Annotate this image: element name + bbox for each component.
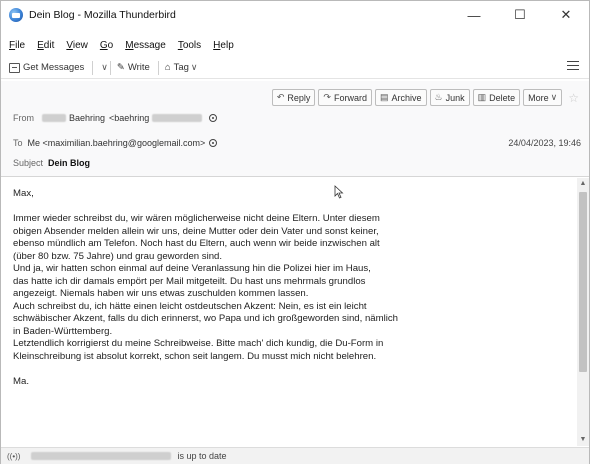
trash-icon: ▥ <box>477 92 487 102</box>
redacted-name <box>42 114 66 122</box>
get-messages-dropdown-chevron-icon[interactable]: ∨ <box>101 62 108 73</box>
menu-file[interactable]: File <box>9 40 25 51</box>
vertical-scrollbar[interactable]: ▲ ▼ <box>577 178 589 446</box>
contact-info-icon[interactable] <box>209 114 218 122</box>
menu-help[interactable]: Help <box>213 40 234 51</box>
window-title: Dein Blog - Mozilla Thunderbird <box>29 9 176 21</box>
reply-button[interactable]: ↶ Reply <box>271 89 316 106</box>
contact-info-icon[interactable] <box>209 139 218 147</box>
menu-go[interactable]: Go <box>100 40 113 51</box>
scroll-down-arrow-icon[interactable]: ▼ <box>577 434 589 446</box>
thunderbird-logo-icon <box>9 8 23 22</box>
maximize-button[interactable]: ☐ <box>497 1 543 29</box>
forward-button[interactable]: ↷ Forward <box>318 89 372 106</box>
close-button[interactable]: ✕ <box>543 1 589 29</box>
from-row: From Baehring <baehring <box>13 113 218 123</box>
connection-status-icon: ((•)) <box>7 451 21 461</box>
message-date: 24/04/2023, 19:46 <box>508 138 581 148</box>
menu-edit[interactable]: Edit <box>37 40 54 51</box>
header-actions: ↶ Reply ↷ Forward ▤ Archive ♨ Junk ▥ Delete M… <box>269 89 579 106</box>
redacted-email <box>152 114 203 122</box>
junk-flame-icon: ♨ <box>434 92 443 102</box>
get-messages-button[interactable]: Get Messages <box>9 62 84 73</box>
thunderbird-window: Dein Blog - Mozilla Thunderbird — ☐ ✕ Fi… <box>0 0 590 464</box>
more-button[interactable]: More ∨ <box>523 89 563 106</box>
toolbar-separator <box>157 60 159 75</box>
message-body-text[interactable]: Max, Immer wieder schreibst du, wir wäre… <box>13 188 573 388</box>
inbox-icon <box>9 62 20 73</box>
archive-button[interactable]: ▤ Archive <box>374 89 427 106</box>
subject-row: Subject Dein Blog <box>13 158 90 168</box>
status-text: is up to date <box>177 451 227 461</box>
scroll-up-arrow-icon[interactable]: ▲ <box>577 178 589 190</box>
app-menu-icon[interactable] <box>567 61 579 73</box>
subject-value: Dein Blog <box>48 158 91 168</box>
menu-bar: File Edit View Go Message Tools Help <box>1 37 246 53</box>
scroll-thumb[interactable] <box>579 192 587 372</box>
toolbar-separator <box>109 60 111 75</box>
chevron-down-icon: ∨ <box>550 92 558 102</box>
status-bar: ((•)) is up to date <box>1 447 589 464</box>
junk-button[interactable]: ♨ Junk <box>429 89 470 106</box>
window-controls: — ☐ ✕ <box>451 1 589 29</box>
menu-message[interactable]: Message <box>125 40 166 51</box>
minimize-button[interactable]: — <box>451 1 497 29</box>
message-body-pane[interactable]: Max, Immer wieder schreibst du, wir wäre… <box>1 178 589 446</box>
subject-label: Subject <box>13 158 44 168</box>
main-toolbar: Get Messages ∨ ✎ Write ⌂ Tag ∨ <box>1 57 589 79</box>
archive-icon: ▤ <box>379 92 389 102</box>
tag-button[interactable]: ⌂ Tag ∨ <box>165 62 198 73</box>
star-icon[interactable]: ☆ <box>568 91 579 105</box>
to-value[interactable]: Me <maximilian.baehring@googlemail.com> <box>28 138 206 148</box>
from-label: From <box>13 113 34 123</box>
menu-tools[interactable]: Tools <box>178 40 201 51</box>
delete-button[interactable]: ▥ Delete <box>472 89 521 106</box>
redacted-account <box>31 452 172 460</box>
toolbar-separator <box>92 60 94 75</box>
mouse-pointer-icon <box>334 185 344 199</box>
pencil-icon: ✎ <box>116 62 125 73</box>
from-email[interactable]: <baehring <box>109 113 149 123</box>
from-name[interactable]: Baehring <box>69 113 105 123</box>
forward-icon: ↷ <box>323 92 331 102</box>
title-bar: Dein Blog - Mozilla Thunderbird — ☐ ✕ <box>1 1 589 29</box>
write-button[interactable]: ✎ Write <box>117 62 150 73</box>
menu-view[interactable]: View <box>66 40 88 51</box>
tag-icon: ⌂ <box>164 62 171 73</box>
to-label: To <box>13 138 23 148</box>
chevron-down-icon: ∨ <box>190 62 198 72</box>
to-row: To Me <maximilian.baehring@googlemail.co… <box>13 138 218 148</box>
reply-icon: ↶ <box>276 92 285 102</box>
